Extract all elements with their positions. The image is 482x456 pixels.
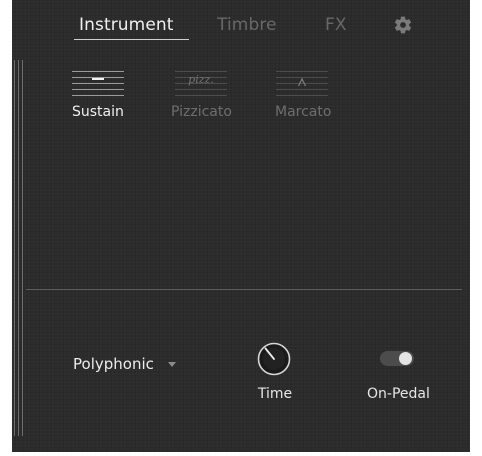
left-rail-line (22, 60, 23, 436)
instrument-panel: Instrument Timbre FX Sustain pizz. Pizzi… (12, 0, 470, 452)
articulation-label: Sustain (72, 104, 124, 120)
articulation-marcato[interactable]: Marcato (271, 66, 337, 122)
chevron-down-icon (167, 361, 176, 367)
time-knob[interactable] (257, 342, 291, 376)
tab-fx[interactable]: FX (325, 14, 347, 36)
section-divider (26, 289, 462, 290)
voice-mode-value: Polyphonic (73, 355, 154, 373)
svg-text:pizz.: pizz. (188, 73, 214, 86)
pizzicato-staff-icon: pizz. (175, 71, 227, 96)
left-rail-line (18, 60, 19, 436)
toggle-thumb (399, 352, 412, 365)
on-pedal-label: On-Pedal (367, 386, 430, 402)
left-rail-line (14, 60, 15, 436)
articulation-pizzicato[interactable]: pizz. Pizzicato (170, 66, 236, 122)
tab-timbre[interactable]: Timbre (217, 14, 277, 36)
articulation-sustain[interactable]: Sustain (67, 66, 133, 122)
articulation-label: Pizzicato (171, 104, 232, 120)
articulation-label: Marcato (275, 104, 332, 120)
gear-icon[interactable] (393, 15, 413, 35)
active-tab-indicator (74, 39, 189, 40)
sustain-staff-icon (72, 71, 124, 96)
on-pedal-toggle[interactable] (380, 351, 414, 366)
time-knob-label: Time (257, 386, 293, 402)
marcato-staff-icon (276, 71, 328, 96)
voice-mode-dropdown[interactable]: Polyphonic (73, 353, 176, 375)
tab-instrument[interactable]: Instrument (79, 14, 174, 36)
